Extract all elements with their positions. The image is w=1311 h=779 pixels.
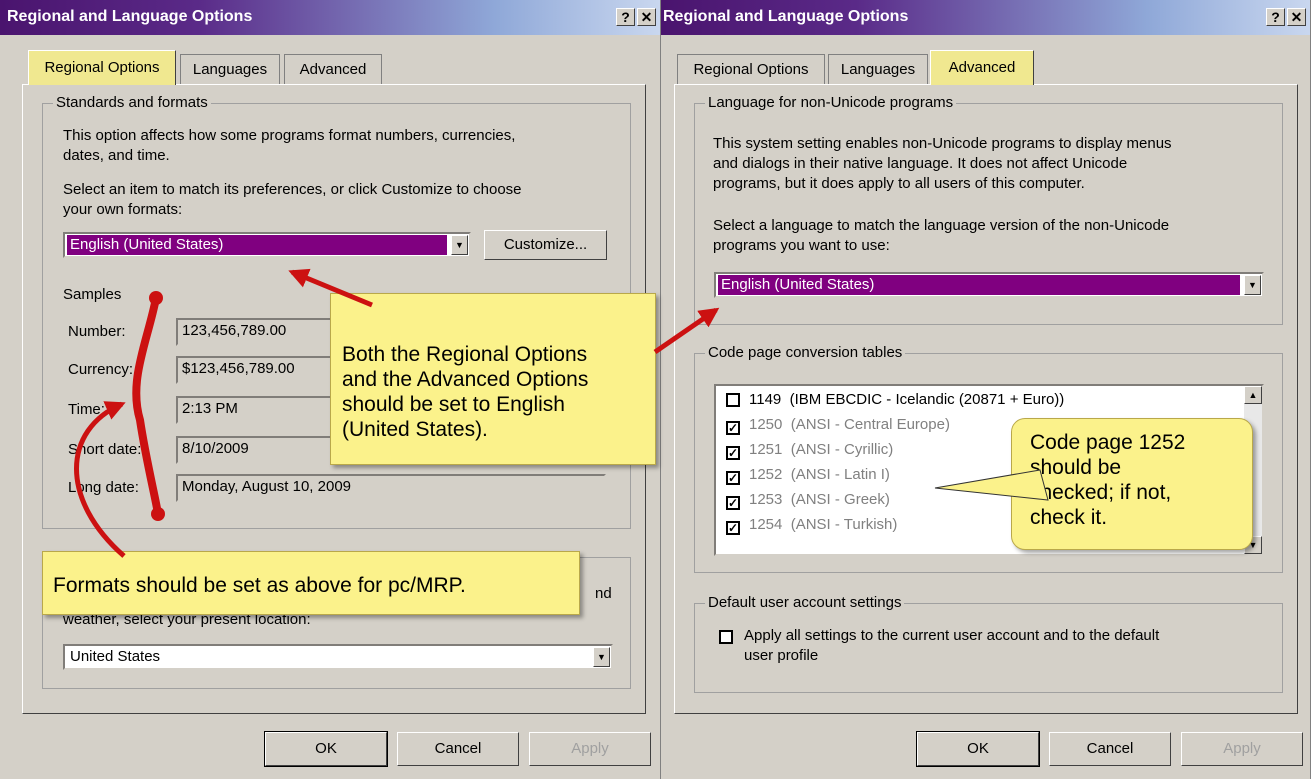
ok-button[interactable]: OK xyxy=(916,731,1040,767)
code-page-number: 1149 xyxy=(749,391,782,408)
callout-formats: Formats should be set as above for pc/MR… xyxy=(42,551,580,615)
sample-label-currency: Currency: xyxy=(68,361,134,378)
help-button[interactable]: ? xyxy=(616,8,635,26)
close-button[interactable]: ✕ xyxy=(637,8,656,26)
cancel-button[interactable]: Cancel xyxy=(397,732,519,766)
sample-label-short-date: Short date: xyxy=(68,441,142,458)
tab-advanced[interactable]: Advanced xyxy=(284,54,382,84)
select-prompt-line-2: your own formats: xyxy=(63,201,183,218)
format-select[interactable]: English (United States) ▼ xyxy=(63,232,471,258)
sample-label-number: Number: xyxy=(68,323,126,340)
apply-all-label-line-2[interactable]: user profile xyxy=(744,646,818,666)
tab-regional-options[interactable]: Regional Options xyxy=(28,50,176,85)
customize-button[interactable]: Customize... xyxy=(484,230,607,260)
group-legend: Standards and formats xyxy=(53,94,211,111)
callout-line-1: Both the Regional Options xyxy=(342,343,588,366)
callout-line-3: should be set to English xyxy=(342,393,565,416)
apply-all-checkbox[interactable] xyxy=(719,630,733,644)
callout-line-4: check it. xyxy=(1030,506,1108,529)
checkbox[interactable]: ✓ xyxy=(726,421,740,435)
title-bar[interactable]: Regional and Language Options ? ✕ xyxy=(0,0,660,35)
format-select-value: English (United States) xyxy=(67,235,447,255)
code-page-name: (ANSI - Central Europe) xyxy=(790,416,950,433)
tab-languages[interactable]: Languages xyxy=(828,54,928,84)
tab-regional-options[interactable]: Regional Options xyxy=(677,54,825,84)
callout-text: Formats should be set as above for pc/MR… xyxy=(53,574,466,597)
select-prompt-line-1: Select a language to match the language … xyxy=(713,217,1170,234)
location-select-value: United States xyxy=(70,648,161,665)
close-button[interactable]: ✕ xyxy=(1287,8,1306,26)
tab-panel: Language for non-Unicode programs This s… xyxy=(674,84,1298,714)
scroll-up-icon[interactable]: ▲ xyxy=(1244,386,1262,404)
group-legend: Code page conversion tables xyxy=(705,344,906,361)
callout-line-1: Code page 1252 xyxy=(1030,431,1186,454)
code-page-name: (ANSI - Turkish) xyxy=(790,516,898,533)
checkbox[interactable]: ✓ xyxy=(726,471,740,485)
apply-button[interactable]: Apply xyxy=(1181,732,1303,766)
advanced-options-dialog: Regional and Language Options ? ✕ Region… xyxy=(661,0,1311,779)
sample-label-long-date: Long date: xyxy=(68,479,139,496)
list-item[interactable]: 1149 (IBM EBCDIC - Icelandic (20871 + Eu… xyxy=(726,390,1064,410)
group-legend: Default user account settings xyxy=(705,594,905,611)
title-bar[interactable]: Regional and Language Options ? ✕ xyxy=(661,0,1310,35)
tab-advanced[interactable]: Advanced xyxy=(930,50,1034,85)
list-item[interactable]: ✓ 1253 (ANSI - Greek) xyxy=(726,490,890,510)
code-page-number: 1250 xyxy=(749,416,783,433)
help-button[interactable]: ? xyxy=(1266,8,1285,26)
default-user-group: Default user account settings Apply all … xyxy=(694,594,1283,693)
select-prompt-line-1: Select an item to match its preferences,… xyxy=(63,181,522,198)
description-line-1: This option affects how some programs fo… xyxy=(63,127,516,144)
apply-button[interactable]: Apply xyxy=(529,732,651,766)
ok-button[interactable]: OK xyxy=(264,731,388,767)
code-page-name: (ANSI - Latin I) xyxy=(790,466,890,483)
checkbox[interactable]: ✓ xyxy=(726,496,740,510)
tab-languages[interactable]: Languages xyxy=(180,54,280,84)
callout-both-options: Both the Regional Options and the Advanc… xyxy=(330,293,656,465)
code-page-number: 1251 xyxy=(749,441,783,458)
code-page-name: (IBM EBCDIC - Icelandic (20871 + Euro)) xyxy=(789,391,1065,408)
checkbox[interactable]: ✓ xyxy=(726,521,740,535)
select-prompt-line-2: programs you want to use: xyxy=(713,237,890,254)
chevron-down-icon[interactable]: ▼ xyxy=(593,647,610,667)
samples-label: Samples xyxy=(63,286,122,303)
description-line-3: programs, but it does apply to all users… xyxy=(713,175,1085,192)
window-title: Regional and Language Options xyxy=(7,8,253,25)
callout-line-3: checked; if not, xyxy=(1030,481,1172,504)
apply-all-label-line-1[interactable]: Apply all settings to the current user a… xyxy=(744,626,1159,646)
callout-line-2: should be xyxy=(1030,456,1122,479)
callout-code-page: Code page 1252 should be checked; if not… xyxy=(1011,418,1253,550)
checkbox[interactable] xyxy=(726,393,740,407)
sample-value-long-date: Monday, August 10, 2009 xyxy=(176,474,606,502)
sample-label-time: Time: xyxy=(68,401,105,418)
description-line-2: dates, and time. xyxy=(63,147,170,164)
location-prompt-tail: nd xyxy=(595,585,612,602)
location-select[interactable]: United States ▼ xyxy=(63,644,613,670)
code-page-number: 1252 xyxy=(749,466,783,483)
list-item[interactable]: ✓ 1251 (ANSI - Cyrillic) xyxy=(726,440,893,460)
non-unicode-language-select[interactable]: English (United States) ▼ xyxy=(714,272,1264,298)
checkbox[interactable]: ✓ xyxy=(726,446,740,460)
description-line-2: and dialogs in their native language. It… xyxy=(713,155,1128,172)
chevron-down-icon[interactable]: ▼ xyxy=(451,235,468,255)
list-item[interactable]: ✓ 1254 (ANSI - Turkish) xyxy=(726,515,897,535)
chevron-down-icon[interactable]: ▼ xyxy=(1244,275,1261,295)
non-unicode-group: Language for non-Unicode programs This s… xyxy=(694,94,1283,325)
list-item[interactable]: ✓ 1252 (ANSI - Latin I) xyxy=(726,465,890,485)
cancel-button[interactable]: Cancel xyxy=(1049,732,1171,766)
callout-line-2: and the Advanced Options xyxy=(342,368,589,391)
language-select-value: English (United States) xyxy=(718,275,1240,295)
code-page-number: 1254 xyxy=(749,516,783,533)
callout-line-4: (United States). xyxy=(342,418,488,441)
window-title: Regional and Language Options xyxy=(663,8,909,25)
code-page-number: 1253 xyxy=(749,491,783,508)
code-page-name: (ANSI - Greek) xyxy=(790,491,890,508)
code-page-name: (ANSI - Cyrillic) xyxy=(790,441,894,458)
list-item[interactable]: ✓ 1250 (ANSI - Central Europe) xyxy=(726,415,950,435)
group-legend: Language for non-Unicode programs xyxy=(705,94,957,111)
description-line-1: This system setting enables non-Unicode … xyxy=(713,135,1172,152)
